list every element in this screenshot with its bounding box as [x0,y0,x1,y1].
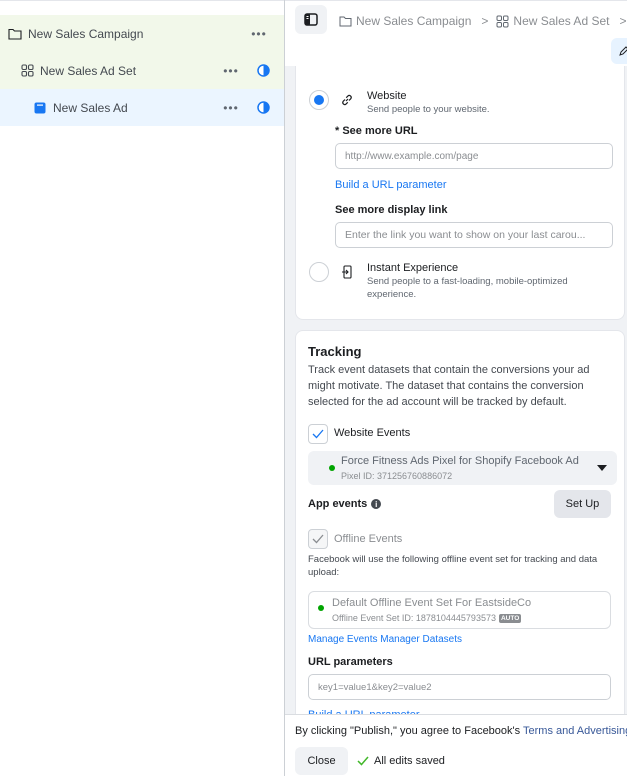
half-circle-icon [257,64,270,77]
pixel-id: Pixel ID: 371256760886072 [341,471,453,481]
toolbar-row [285,36,627,66]
build-url-parameter-link[interactable]: Build a URL parameter [335,179,446,191]
offline-set-name: Default Offline Event Set For EastsideCo [332,597,532,609]
grid-icon [496,15,509,27]
checkmark-icon [312,534,324,544]
edit-button[interactable] [611,38,627,64]
tracking-card: Tracking Track event datasets that conta… [295,330,625,770]
url-parameters-input[interactable]: key1=value1&key2=value2 [308,674,611,700]
tree-item-ad[interactable]: New Sales Ad ••• [0,89,284,126]
grid-icon [20,64,34,78]
auto-badge: AUTO [498,613,522,623]
offline-events-description: Facebook will use the following offline … [308,554,598,578]
offline-events-checkbox[interactable] [308,529,328,549]
chevron-right-icon: > [619,14,627,28]
save-status-text: All edits saved [374,755,445,767]
link-icon [340,93,354,112]
checkmark-icon [357,756,369,766]
app-events-text: App events [308,498,368,510]
info-icon[interactable]: i [371,499,382,509]
ads-manager-editor: New Sales Campaign ••• New Sales Ad Set … [0,0,627,776]
pixel-name: Force Fitness Ads Pixel for Shopify Face… [341,455,579,467]
status-dot [329,465,335,471]
destination-card: Website Send people to your website. * S… [295,58,625,320]
offline-set-id: Offline Event Set ID: 1878104445793573 A… [332,613,522,623]
url-parameters-label: URL parameters [308,656,393,668]
breadcrumb-label: New Sales Ad Set [513,14,610,28]
chevron-right-icon: > [481,14,489,28]
website-radio[interactable] [309,90,329,110]
set-up-button[interactable]: Set Up [554,490,611,518]
tracking-title: Tracking [308,344,362,359]
toggle-sidebar-button[interactable] [295,5,327,34]
display-link-input[interactable]: Enter the link you want to show on your … [335,222,613,248]
display-link-label: See more display link [335,204,448,216]
breadcrumb-bar: New Sales Campaign > New Sales Ad Set > [285,0,627,36]
instant-experience-icon [342,265,353,284]
pencil-icon [619,46,627,56]
save-status: All edits saved [357,755,445,767]
offline-set-id-text: Offline Event Set ID: 1878104445793573 [332,613,496,623]
terms-link[interactable]: Terms and Advertising [523,725,627,737]
folder-icon [8,27,22,41]
ad-icon [33,101,47,115]
breadcrumb-campaign[interactable]: New Sales Campaign [339,14,471,28]
instant-experience-title: Instant Experience [367,262,459,274]
status-dot [318,605,324,611]
half-circle-icon [257,101,270,114]
offline-event-set: Default Offline Event Set For EastsideCo… [308,591,611,629]
breadcrumb-adset[interactable]: New Sales Ad Set [496,14,609,28]
offline-events-label: Offline Events [334,533,403,545]
see-more-url-label: * See more URL [335,125,418,137]
terms-text: By clicking "Publish," you agree to Face… [295,725,627,737]
checkmark-icon [312,429,324,439]
folder-icon [339,16,352,26]
website-events-label: Website Events [334,427,411,439]
tree-item-label: New Sales Ad Set [40,63,137,78]
website-events-checkbox[interactable] [308,424,328,444]
breadcrumb: New Sales Campaign > New Sales Ad Set > [339,11,627,31]
more-options-icon[interactable]: ••• [249,27,269,41]
sidebar-toggle-icon [304,13,318,26]
more-options-icon[interactable]: ••• [221,101,241,115]
tree-item-label: New Sales Campaign [28,26,144,41]
tree-item-campaign[interactable]: New Sales Campaign ••• [0,15,284,52]
footer: By clicking "Publish," you agree to Face… [285,714,627,776]
see-more-url-input[interactable]: http://www.example.com/page [335,143,613,169]
instant-experience-radio[interactable] [309,262,329,282]
website-option-title: Website [367,90,407,102]
manage-datasets-link[interactable]: Manage Events Manager Datasets [308,634,462,645]
close-button[interactable]: Close [295,747,348,775]
caret-down-icon [597,465,607,471]
website-option-subtitle: Send people to your website. [367,104,490,115]
tree-item-label: New Sales Ad [53,100,128,115]
pixel-dropdown[interactable]: Force Fitness Ads Pixel for Shopify Face… [308,451,617,485]
instant-experience-subtitle: Send people to a fast-loading, mobile-op… [367,276,568,300]
tracking-description: Track event datasets that contain the co… [308,364,590,408]
app-events-label: App events i [308,498,382,510]
terms-prefix: By clicking "Publish," you agree to Face… [295,725,523,737]
more-options-icon[interactable]: ••• [221,64,241,78]
ad-editor-panel: Website Send people to your website. * S… [284,0,627,776]
tree-item-adset[interactable]: New Sales Ad Set ••• [0,52,284,89]
breadcrumb-label: New Sales Campaign [356,14,472,28]
campaign-tree: New Sales Campaign ••• New Sales Ad Set … [0,0,284,776]
